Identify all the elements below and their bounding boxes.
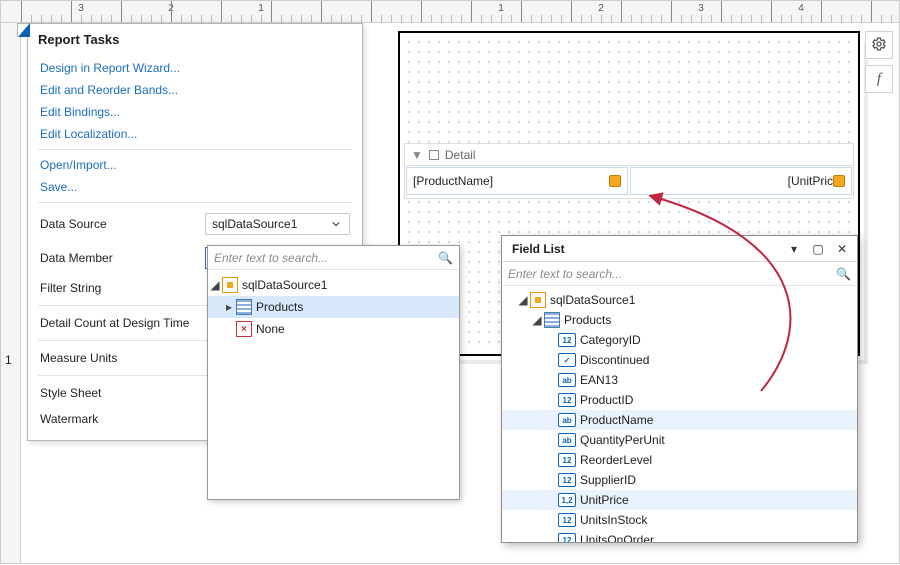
type-badge-icon: 12 [558, 473, 576, 487]
dropdown-icon[interactable]: ▾ [785, 241, 803, 257]
none-icon: × [236, 321, 252, 337]
datasource-icon [222, 277, 238, 293]
detail-band-header[interactable]: ▼ Detail [405, 144, 853, 166]
detail-row: [ProductName] [UnitPric [405, 166, 853, 196]
link-design-wizard[interactable]: Design in Report Wizard... [28, 57, 362, 79]
side-toolbar: f [865, 31, 895, 93]
cell-productname[interactable]: [ProductName] [406, 167, 628, 195]
fl-field-productid[interactable]: 12ProductID [502, 390, 857, 410]
type-badge-icon: 12 [558, 513, 576, 527]
type-badge-icon: 12 [558, 533, 576, 542]
fl-field-unitsinstock[interactable]: 12UnitsInStock [502, 510, 857, 530]
close-icon[interactable]: ✕ [833, 241, 851, 257]
fl-field-quantityperunit[interactable]: abQuantityPerUnit [502, 430, 857, 450]
type-badge-icon: 1,2 [558, 493, 576, 507]
table-icon [544, 312, 560, 328]
field-list-titlebar[interactable]: Field List ▾ ▢ ✕ [502, 236, 857, 262]
fl-field-productname[interactable]: abProductName [502, 410, 857, 430]
type-badge-icon: ab [558, 433, 576, 447]
tree-node-datasource[interactable]: ◢ sqlDataSource1 [208, 274, 459, 296]
row-data-source: Data Source sqlDataSource1 [28, 207, 362, 241]
fl-field-reorderlevel[interactable]: 12ReorderLevel [502, 450, 857, 470]
chevron-down-icon [327, 214, 345, 234]
gear-icon [871, 36, 887, 55]
type-badge-icon: 12 [558, 453, 576, 467]
type-badge-icon: ✓ [558, 353, 576, 367]
search-icon: 🔍 [836, 267, 851, 281]
horizontal-ruler: 3 2 1 1 2 3 4 [1, 1, 899, 23]
fl-field-ean13[interactable]: abEAN13 [502, 370, 857, 390]
type-badge-icon: 12 [558, 393, 576, 407]
datasource-icon [530, 292, 546, 308]
search-icon: 🔍 [438, 251, 453, 265]
vertical-ruler: 1 [1, 23, 21, 563]
fl-field-supplierid[interactable]: 12SupplierID [502, 470, 857, 490]
panel-title: Report Tasks [28, 24, 362, 57]
maximize-icon[interactable]: ▢ [809, 241, 827, 257]
gear-button[interactable] [865, 31, 893, 59]
fl-field-unitprice[interactable]: 1,2UnitPrice [502, 490, 857, 510]
function-icon: f [877, 71, 881, 88]
fl-field-unitsonorder[interactable]: 12UnitsOnOrder [502, 530, 857, 542]
detail-band[interactable]: ▼ Detail [ProductName] [UnitPric [404, 143, 854, 199]
popup-tree: ◢ sqlDataSource1 ▸ Products × None [208, 270, 459, 499]
collapse-icon[interactable]: ▼ [411, 148, 423, 162]
type-badge-icon: ab [558, 373, 576, 387]
data-member-popup: Enter text to search... 🔍 ◢ sqlDataSourc… [207, 245, 460, 500]
function-button[interactable]: f [865, 65, 893, 93]
fl-field-discontinued[interactable]: ✓Discontinued [502, 350, 857, 370]
smart-tag-icon[interactable] [17, 23, 29, 37]
binding-icon[interactable] [609, 175, 621, 187]
type-badge-icon: ab [558, 413, 576, 427]
link-edit-bindings[interactable]: Edit Bindings... [28, 101, 362, 123]
vertical-ruler-label: 1 [5, 353, 12, 367]
fl-node-datasource[interactable]: ◢ sqlDataSource1 [502, 290, 857, 310]
link-edit-localization[interactable]: Edit Localization... [28, 123, 362, 145]
type-badge-icon: 12 [558, 333, 576, 347]
link-save[interactable]: Save... [28, 176, 362, 198]
binding-icon[interactable] [833, 175, 845, 187]
popup-search[interactable]: Enter text to search... 🔍 [208, 246, 459, 270]
tree-node-none[interactable]: × None [208, 318, 459, 340]
link-open-import[interactable]: Open/Import... [28, 154, 362, 176]
fl-field-categoryid[interactable]: 12CategoryID [502, 330, 857, 350]
fieldlist-tree: ◢ sqlDataSource1 ◢ Products 12CategoryID… [502, 286, 857, 542]
table-icon [236, 299, 252, 315]
cell-unitprice[interactable]: [UnitPric [630, 167, 852, 195]
tree-node-products[interactable]: ▸ Products [208, 296, 459, 318]
detail-band-label: Detail [445, 148, 476, 162]
field-list-window: Field List ▾ ▢ ✕ Enter text to search...… [501, 235, 858, 543]
link-edit-bands[interactable]: Edit and Reorder Bands... [28, 79, 362, 101]
data-source-dropdown[interactable]: sqlDataSource1 [205, 213, 350, 235]
fl-node-products[interactable]: ◢ Products [502, 310, 857, 330]
band-handle-icon[interactable] [429, 150, 439, 160]
fieldlist-search[interactable]: Enter text to search... 🔍 [502, 262, 857, 286]
